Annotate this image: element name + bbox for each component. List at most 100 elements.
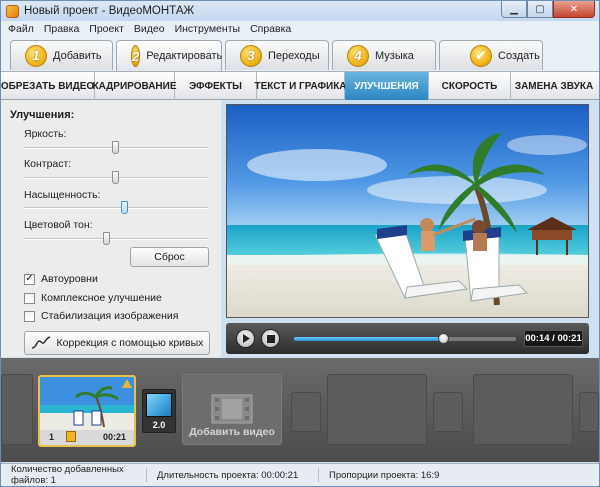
clip-duration: 00:21 — [102, 432, 126, 442]
stabilization-label: Стабилизация изображения — [41, 310, 179, 322]
status-bar: Количество добавленных файлов: 1 Длитель… — [1, 463, 599, 486]
complex-enhance-option[interactable]: Комплексное улучшение — [24, 292, 162, 304]
complex-enhance-label: Комплексное улучшение — [41, 292, 162, 304]
menu-project[interactable]: Проект — [85, 23, 130, 35]
empty-slot — [1, 374, 33, 445]
complex-enhance-checkbox[interactable] — [24, 292, 35, 304]
empty-slot — [327, 374, 427, 445]
add-video-button[interactable]: Добавить видео — [182, 374, 282, 445]
close-button[interactable]: ✕ — [553, 1, 595, 18]
step-tab-transitions[interactable]: 3 Переходы — [225, 40, 329, 70]
step-label: Создать — [498, 49, 540, 62]
project-duration-status: Длительность проекта: 00:00:21 — [147, 468, 319, 482]
empty-slot — [291, 392, 321, 432]
subtab-text-graphics[interactable]: ТЕКСТ И ГРАФИКА — [254, 72, 347, 100]
window-title: Новый проект - ВидеоМОНТАЖ — [24, 5, 195, 17]
contrast-slider[interactable] — [24, 171, 208, 184]
curve-icon — [31, 336, 50, 349]
file-count-status: Количество добавленных файлов: 1 — [1, 464, 147, 486]
auto-levels-checkbox[interactable]: ✓ — [24, 273, 35, 285]
playback-scrubber-handle[interactable] — [437, 333, 449, 344]
aspect-ratio-status: Пропорции проекта: 16:9 — [329, 469, 440, 481]
edit-pencil-icon[interactable] — [66, 431, 76, 442]
step-label: Музыка — [375, 49, 414, 62]
hue-slider[interactable] — [24, 232, 208, 245]
add-video-label: Добавить видео — [189, 426, 275, 438]
empty-slot — [433, 392, 463, 432]
subtab-trim[interactable]: ОБРЕЗАТЬ ВИДЕО — [1, 72, 95, 100]
step-tab-edit[interactable]: 2 Редактировать — [116, 40, 222, 71]
video-clip[interactable]: 1 00:21 — [38, 375, 136, 447]
saturation-label: Насыщенность: — [24, 189, 101, 201]
step-label: Переходы — [268, 49, 320, 62]
auto-levels-option[interactable]: ✓ Автоуровни — [24, 273, 98, 285]
saturation-slider[interactable] — [24, 201, 208, 214]
subtab-replace-audio[interactable]: ЗАМЕНА ЗВУКА — [511, 72, 597, 100]
clip-index: 1 — [49, 432, 55, 442]
reset-button[interactable]: Сброс — [130, 247, 209, 267]
clip-thumbnail — [40, 377, 134, 430]
stabilization-option[interactable]: Стабилизация изображения — [24, 310, 178, 322]
menu-help[interactable]: Справка — [246, 23, 297, 35]
step-number-icon: 4 — [347, 44, 369, 67]
subtab-enhancements[interactable]: УЛУЧШЕНИЯ — [345, 72, 429, 100]
play-icon — [242, 334, 250, 343]
minimize-button[interactable]: ▁ — [501, 1, 527, 18]
enhancement-panel: Улучшения: Яркость: Контраст: Насыщеннос… — [1, 100, 221, 357]
step-label: Добавить — [53, 49, 102, 62]
menu-file[interactable]: Файл — [4, 23, 40, 35]
saturation-slider-thumb[interactable] — [121, 201, 129, 214]
edit-subtabs: ОБРЕЗАТЬ ВИДЕО КАДРИРОВАНИЕ ЭФФЕКТЫ ТЕКС… — [1, 71, 599, 100]
step-tabs: 1 Добавить 2 Редактировать 3 Переходы 4 … — [1, 36, 599, 71]
auto-levels-label: Автоуровни — [41, 273, 98, 285]
brightness-slider-thumb[interactable] — [112, 141, 119, 154]
step-tab-add[interactable]: 1 Добавить — [10, 40, 113, 70]
menu-video[interactable]: Видео — [130, 23, 171, 35]
hue-label: Цветовой тон: — [24, 219, 93, 231]
panel-title: Улучшения: — [10, 109, 75, 121]
timecode-display: 00:14 / 00:21 — [524, 330, 583, 347]
playback-progress-bar[interactable] — [294, 333, 516, 344]
contrast-slider-thumb[interactable] — [112, 171, 119, 184]
empty-slot — [473, 374, 573, 445]
step-number-icon: 1 — [25, 44, 47, 67]
beach-video-frame — [227, 105, 588, 317]
brightness-slider[interactable] — [24, 141, 208, 154]
step-number-icon: 2 — [131, 45, 141, 67]
transition-duration: 2.0 — [152, 420, 166, 430]
subtab-effects[interactable]: ЭФФЕКТЫ — [175, 72, 257, 100]
play-button[interactable] — [236, 329, 255, 348]
menu-tools[interactable]: Инструменты — [171, 23, 246, 35]
contrast-label: Контраст: — [24, 158, 72, 170]
app-window: Новый проект - ВидеоМОНТАЖ ▁ ▢ ✕ Файл Пр… — [0, 0, 600, 487]
app-logo-icon — [6, 4, 19, 18]
step-label: Редактировать — [146, 50, 223, 62]
video-preview — [226, 104, 589, 318]
stop-icon — [266, 334, 275, 343]
subtab-crop[interactable]: КАДРИРОВАНИЕ — [92, 72, 177, 100]
maximize-button[interactable]: ▢ — [527, 1, 553, 18]
step-tab-music[interactable]: 4 Музыка — [332, 40, 436, 70]
step-number-icon: 3 — [240, 44, 262, 67]
maximize-icon: ▢ — [535, 3, 545, 15]
stabilization-checkbox[interactable] — [24, 310, 35, 322]
transition-tile[interactable]: 2.0 — [142, 389, 176, 433]
curves-correction-button[interactable]: Коррекция с помощью кривых — [24, 331, 210, 355]
hue-slider-thumb[interactable] — [102, 232, 110, 245]
film-strip-icon — [211, 394, 253, 424]
window-controls: ▁ ▢ ✕ — [501, 1, 595, 18]
title-bar: Новый проект - ВидеоМОНТАЖ ▁ ▢ ✕ — [1, 1, 599, 21]
player-controls: 00:14 / 00:21 — [226, 323, 589, 354]
curves-label: Коррекция с помощью кривых — [56, 337, 204, 349]
close-icon: ✕ — [569, 3, 579, 15]
stop-button[interactable] — [261, 329, 280, 348]
empty-slot — [579, 392, 599, 432]
brightness-label: Яркость: — [24, 128, 67, 140]
subtab-speed[interactable]: СКОРОСТЬ — [429, 72, 511, 100]
step-tab-create[interactable]: ✔ Создать — [439, 40, 543, 70]
checkmark-icon: ✔ — [470, 44, 492, 67]
menu-edit[interactable]: Правка — [40, 23, 85, 35]
clip-footer: 1 00:21 — [40, 430, 134, 445]
minimize-icon: ▁ — [510, 3, 518, 15]
playback-progress-fill — [294, 337, 443, 341]
